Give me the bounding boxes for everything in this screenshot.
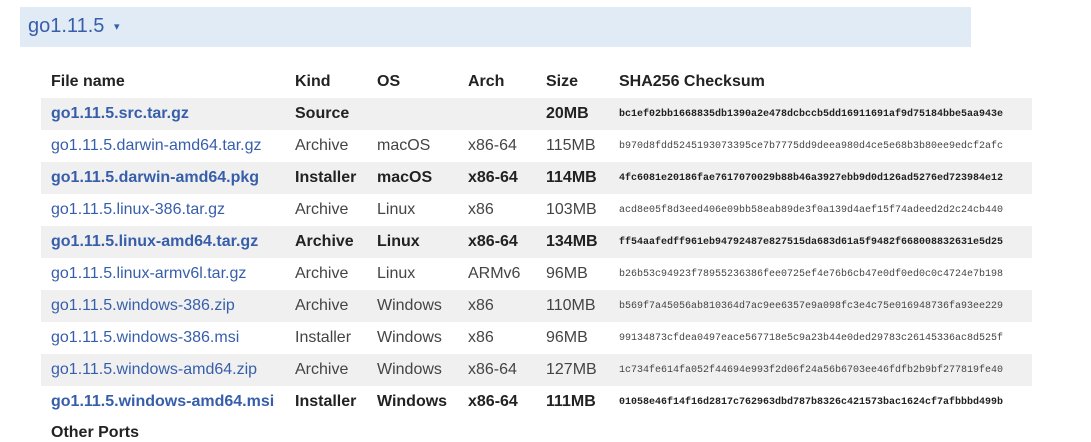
table-row: go1.11.5.darwin-amd64.tar.gz Archive macOS…	[41, 130, 1032, 162]
download-file-link[interactable]: go1.11.5.windows-amd64.zip	[41, 354, 285, 386]
caret-down-icon[interactable]: ▾	[114, 20, 120, 33]
header-kind: Kind	[295, 73, 331, 90]
checksum-cell: 01058e46f14f16d2817c762963dbd787b8326c42…	[619, 396, 1004, 408]
size-cell: 103MB	[546, 201, 597, 218]
header-file-name: File name	[51, 73, 125, 90]
download-file-link[interactable]: go1.11.5.windows-386.zip	[41, 290, 285, 322]
other-ports-heading: Other Ports	[51, 424, 140, 441]
kind-cell: Installer	[295, 329, 352, 346]
table-row: go1.11.5.windows-386.zip Archive Windows x8…	[41, 290, 1032, 322]
release-header-toggle[interactable]: go1.11.5 ▾	[20, 7, 971, 47]
arch-cell: ARMv6	[468, 265, 521, 282]
kind-cell: Archive	[295, 137, 349, 154]
checksum-cell: acd8e05f8d3eed406e09bb58eab89de3f0a139d4…	[619, 204, 1004, 216]
arch-cell: x86	[458, 290, 536, 322]
size-cell: 111MB	[546, 393, 596, 410]
os-cell: Windows	[367, 354, 458, 386]
arch-cell: x86	[468, 201, 494, 218]
download-file-link[interactable]: go1.11.5.windows-386.msi	[41, 322, 285, 354]
kind-cell: Source	[285, 98, 367, 130]
size-cell: 96MB	[546, 329, 588, 346]
table-row: go1.11.5.windows-amd64.msi Installer Windo…	[41, 386, 1032, 418]
table-header-row: File name Kind OS Arch Size SHA256 Check…	[41, 66, 1032, 98]
table-row: go1.11.5.windows-386.msi Installer Windows…	[41, 322, 1032, 354]
kind-cell: Archive	[295, 265, 349, 282]
checksum-cell: 4fc6081e20186fae7617070029b88b46a3927ebb…	[609, 162, 1032, 194]
download-file-link[interactable]: go1.11.5.linux-amd64.tar.gz	[41, 226, 285, 258]
kind-cell: Installer	[285, 162, 367, 194]
release-title[interactable]: go1.11.5	[28, 15, 104, 38]
size-cell: 115MB	[546, 137, 596, 154]
size-cell: 134MB	[536, 226, 609, 258]
table-row: go1.11.5.linux-armv6l.tar.gz Archive Linux…	[41, 258, 1032, 290]
download-file-link[interactable]: go1.11.5.darwin-amd64.tar.gz	[41, 130, 285, 162]
arch-cell: x86-64	[468, 393, 518, 410]
os-cell: Linux	[377, 265, 416, 282]
os-cell: Windows	[367, 290, 458, 322]
kind-cell: Installer	[295, 393, 357, 410]
size-cell: 114MB	[536, 162, 609, 194]
checksum-cell: b569f7a45056ab810364d7ac9ee6357e9a098fc3…	[609, 290, 1032, 322]
arch-cell	[458, 98, 536, 130]
size-cell: 110MB	[536, 290, 609, 322]
size-cell: 96MB	[546, 265, 588, 282]
kind-cell: Archive	[285, 354, 367, 386]
downloads-table: File name Kind OS Arch Size SHA256 Check…	[41, 66, 1032, 418]
arch-cell: x86-64	[468, 137, 517, 154]
arch-cell: x86-64	[458, 162, 536, 194]
header-size: Size	[546, 73, 579, 90]
checksum-cell: b970d8fdd5245193073395ce7b7775dd9deea980…	[619, 140, 1004, 152]
os-cell: Linux	[367, 226, 458, 258]
header-sha256: SHA256 Checksum	[619, 73, 765, 90]
os-cell	[367, 98, 458, 130]
header-os: OS	[377, 73, 401, 90]
os-cell: macOS	[377, 137, 431, 154]
checksum-cell: b26b53c94923f78955236386fee0725ef4e76b6c…	[619, 268, 1004, 280]
os-cell: Windows	[377, 329, 442, 346]
checksum-cell: 99134873cfdea0497eace567718e5c9a23b44e0d…	[619, 332, 1004, 344]
download-file-link[interactable]: go1.11.5.darwin-amd64.pkg	[41, 162, 285, 194]
kind-cell: Archive	[295, 201, 349, 218]
header-arch: Arch	[468, 73, 505, 90]
os-cell: Linux	[377, 201, 416, 218]
os-cell: macOS	[367, 162, 458, 194]
table-row: go1.11.5.linux-amd64.tar.gz Archive Linux x…	[41, 226, 1032, 258]
download-file-link[interactable]: go1.11.5.linux-386.tar.gz	[41, 194, 285, 226]
table-row: go1.11.5.windows-amd64.zip Archive Windows…	[41, 354, 1032, 386]
checksum-cell: bc1ef02bb1668835db1390a2e478dcbccb5dd169…	[609, 98, 1032, 130]
checksum-cell: 1c734fe614fa052f44694e993f2d06f24a56b670…	[609, 354, 1032, 386]
table-row: go1.11.5.src.tar.gz Source 20MB bc1ef02bb16…	[41, 98, 1032, 130]
arch-cell: x86-64	[458, 226, 536, 258]
table-row: go1.11.5.linux-386.tar.gz Archive Linux x86…	[41, 194, 1032, 226]
kind-cell: Archive	[285, 290, 367, 322]
download-file-link[interactable]: go1.11.5.windows-amd64.msi	[41, 386, 285, 418]
download-file-link[interactable]: go1.11.5.linux-armv6l.tar.gz	[41, 258, 285, 290]
kind-cell: Archive	[285, 226, 367, 258]
size-cell: 127MB	[536, 354, 609, 386]
table-row: go1.11.5.darwin-amd64.pkg Installer macOS x…	[41, 162, 1032, 194]
os-cell: Windows	[377, 393, 448, 410]
arch-cell: x86-64	[458, 354, 536, 386]
size-cell: 20MB	[536, 98, 609, 130]
arch-cell: x86	[468, 329, 494, 346]
download-file-link[interactable]: go1.11.5.src.tar.gz	[41, 98, 285, 130]
checksum-cell: ff54aafedff961eb94792487e827515da683d61a…	[609, 226, 1032, 258]
